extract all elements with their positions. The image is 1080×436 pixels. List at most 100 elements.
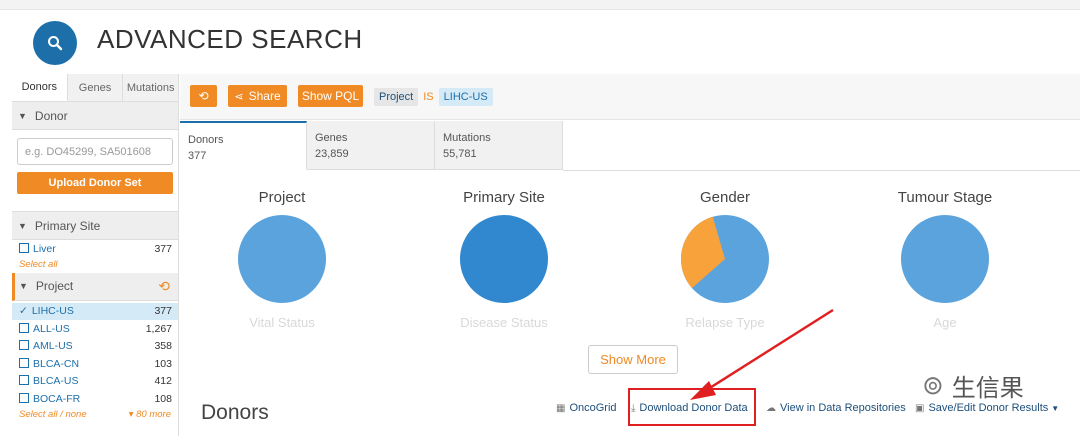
term-count: 1,267 <box>145 322 172 335</box>
term-count: 412 <box>154 375 172 388</box>
term-blca-cn[interactable]: BLCA-CN 103 <box>12 355 178 373</box>
query-value[interactable]: LIHC-US <box>438 88 493 106</box>
term-all-us[interactable]: ALL-US 1,267 <box>12 320 178 338</box>
pie-title-gender: Gender <box>699 189 751 206</box>
watermark-text: 生信果 <box>951 375 1024 402</box>
primary-site-facet-title: Primary Site <box>34 218 101 233</box>
wechat-icon: ⊚ <box>922 370 944 400</box>
checkmark-icon[interactable]: ✓ <box>19 305 28 317</box>
select-all-label[interactable]: Select all <box>19 259 58 270</box>
share-button[interactable]: ⋖ Share <box>228 85 287 107</box>
term-boca-fr[interactable]: BOCA-FR 108 <box>12 390 178 408</box>
term-label: LIHC-US <box>31 305 74 318</box>
tab-label: Donors <box>188 134 224 146</box>
donor-facet-header[interactable]: ▼ Donor <box>12 102 178 130</box>
share-icon: ⋖ <box>234 90 244 103</box>
term-label: BLCA-CN <box>33 357 80 370</box>
more-terms-link[interactable]: ▾ 80 more <box>129 409 171 420</box>
term-aml-us[interactable]: AML-US 358 <box>12 338 178 356</box>
checkbox-icon[interactable] <box>19 375 29 386</box>
project-facet-title: Project <box>35 279 74 293</box>
tab-count: 377 <box>188 150 207 162</box>
pie-tumour-stage[interactable] <box>900 214 990 304</box>
caret-down-icon: ▼ <box>19 281 28 291</box>
tab-genes[interactable]: Genes <box>67 74 124 101</box>
term-count: 377 <box>154 242 172 255</box>
select-all-none-link[interactable]: Select all / none <box>19 409 87 420</box>
show-pql-button[interactable]: Show PQL <box>298 85 363 107</box>
project-select-links: Select all / none ▾ 80 more <box>12 408 178 423</box>
checkbox-icon[interactable] <box>19 340 29 351</box>
term-label: Liver <box>33 242 56 255</box>
term-lihc-us[interactable]: ✓ LIHC-US 377 <box>12 302 178 320</box>
page-title: ADVANCED SEARCH <box>97 24 363 54</box>
faded-label-disease-status: Disease Status <box>460 315 548 330</box>
term-liver[interactable]: Liver 377 <box>12 240 178 258</box>
term-label: AML-US <box>33 340 73 353</box>
repos-label: View in Data Repositories <box>780 402 906 414</box>
tab-label: Genes <box>315 132 348 144</box>
term-count: 358 <box>154 340 172 353</box>
caret-down-icon: ▼ <box>18 220 27 231</box>
tab-donors-results[interactable]: Donors 377 <box>180 121 307 170</box>
tab-genes-results[interactable]: Genes 23,859 <box>307 121 435 170</box>
oncogrid-label: OncoGrid <box>569 402 617 414</box>
checkbox-icon[interactable] <box>19 392 29 403</box>
caret-down-icon: ▼ <box>1051 403 1060 413</box>
show-more-button[interactable]: Show More <box>588 345 678 374</box>
donor-search-input[interactable]: e.g. DO45299, SA501608 <box>17 138 173 165</box>
save-icon: ▣ <box>915 402 925 414</box>
top-strip <box>0 0 1080 10</box>
faded-label-vital-status: Vital Status <box>249 315 315 330</box>
term-blca-us[interactable]: BLCA-US 412 <box>12 373 178 391</box>
pie-title-project: Project <box>258 189 306 206</box>
facet-tabs: Donors Genes Mutations <box>12 74 179 102</box>
query-filter-pill[interactable]: Project IS LIHC-US <box>374 87 493 107</box>
project-facet-header[interactable]: ▼ Project ⟲ <box>12 272 178 301</box>
term-label: BOCA-FR <box>33 392 81 405</box>
upload-donor-set-button[interactable]: Upload Donor Set <box>17 172 173 194</box>
term-count: 108 <box>154 392 172 405</box>
query-bar: ⟲ ⋖ Share Show PQL Project IS LIHC-US <box>180 74 1080 120</box>
tab-mutations[interactable]: Mutations <box>123 74 179 101</box>
select-all-link[interactable]: Select all <box>12 258 178 273</box>
pie-title-primary-site: Primary Site <box>463 189 545 206</box>
tab-count: 55,781 <box>443 148 477 160</box>
annotation-highlight-box <box>628 388 756 426</box>
pie-primary-site[interactable] <box>459 214 549 304</box>
pie-project[interactable] <box>237 214 327 304</box>
term-count: 377 <box>154 305 172 318</box>
query-operator: IS <box>423 91 434 103</box>
grid-icon: ▦ <box>556 402 566 414</box>
checkbox-icon[interactable] <box>19 322 29 333</box>
tab-mutations-results[interactable]: Mutations 55,781 <box>435 121 563 170</box>
tab-donors[interactable]: Donors <box>12 74 68 101</box>
pie-gender[interactable] <box>680 214 770 304</box>
pie-title-tumour-stage: Tumour Stage <box>897 189 993 206</box>
term-count: 103 <box>154 357 172 370</box>
checkbox-icon[interactable] <box>19 242 29 253</box>
undo-button[interactable]: ⟲ <box>190 85 217 107</box>
donor-facet-body: e.g. DO45299, SA501608 Upload Donor Set <box>12 130 178 202</box>
search-icon <box>33 21 77 65</box>
view-repositories-link[interactable]: ☁ View in Data Repositories <box>766 402 906 414</box>
tab-label: Mutations <box>443 132 491 144</box>
oncogrid-link[interactable]: ▦ OncoGrid <box>556 402 617 414</box>
faded-label-age: Age <box>933 315 957 330</box>
donor-facet-title: Donor <box>34 108 68 123</box>
undo-icon: ⟲ <box>198 89 209 103</box>
term-label: BLCA-US <box>33 375 79 388</box>
primary-site-facet-header[interactable]: ▼ Primary Site <box>12 212 178 240</box>
cloud-icon: ☁ <box>766 402 776 414</box>
checkbox-icon[interactable] <box>19 357 29 368</box>
term-label: ALL-US <box>33 322 70 335</box>
query-field[interactable]: Project <box>374 88 419 106</box>
facet-sidebar: Donors Genes Mutations ▼ Donor e.g. DO45… <box>12 74 179 436</box>
share-label: Share <box>248 89 281 103</box>
save-label: Save/Edit Donor Results <box>928 402 1049 414</box>
tab-count: 23,859 <box>315 148 349 160</box>
reset-icon[interactable]: ⟲ <box>158 278 170 295</box>
save-edit-results-link[interactable]: ▣ Save/Edit Donor Results ▼ <box>915 402 1059 414</box>
tabs-divider <box>563 170 1080 171</box>
section-title: Donors <box>201 401 269 424</box>
